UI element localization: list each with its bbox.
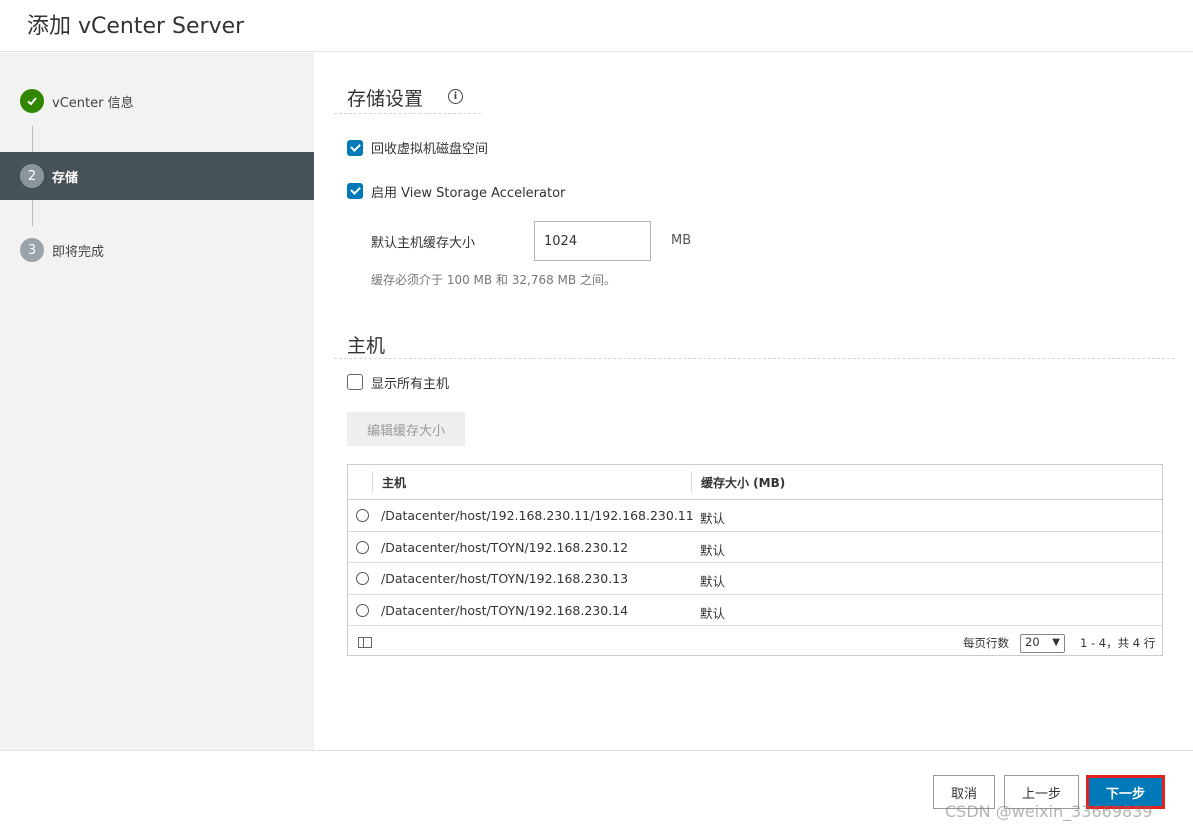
table-row[interactable]: /Datacenter/host/TOYN/192.168.230.14 默认 xyxy=(348,595,1162,626)
storage-settings-title: 存储设置 xyxy=(347,88,424,110)
check-icon xyxy=(20,89,44,113)
column-header-cache-size[interactable]: 缓存大小 (MB) xyxy=(701,474,785,491)
table-row[interactable]: /Datacenter/host/192.168.230.11/192.168.… xyxy=(348,500,1162,532)
wizard-steps-sidebar: vCenter 信息 2 存储 3 即将完成 xyxy=(0,53,314,750)
show-all-hosts-label: 显示所有主机 xyxy=(371,377,450,392)
wizard-header: 添加 vCenter Server xyxy=(0,0,1193,52)
host-cache-size: 默认 xyxy=(700,542,726,558)
step-label: 即将完成 xyxy=(52,244,105,260)
hosts-datagrid: 主机 缓存大小 (MB) /Datacenter/host/192.168.23… xyxy=(347,464,1163,656)
watermark: CSDN @weixin_33669839 xyxy=(945,802,1153,821)
page-size-select[interactable]: 20 ▼ xyxy=(1020,634,1065,653)
host-cache-size: 默认 xyxy=(700,511,726,526)
table-row[interactable]: /Datacenter/host/TOYN/192.168.230.13 默认 xyxy=(348,563,1162,595)
hosts-title: 主机 xyxy=(347,335,386,357)
host-path: /Datacenter/host/TOYN/192.168.230.13 xyxy=(381,571,629,586)
pagination-description: 1 - 4，共 4 行 xyxy=(1080,636,1156,650)
step-vcenter-info[interactable]: vCenter 信息 xyxy=(0,77,314,125)
host-path: /Datacenter/host/192.168.230.11/192.168.… xyxy=(381,508,694,523)
host-cache-size: 默认 xyxy=(700,605,726,621)
row-select-radio[interactable] xyxy=(356,509,369,522)
column-separator[interactable] xyxy=(691,471,692,493)
row-select-radio[interactable] xyxy=(356,572,369,585)
table-row[interactable]: /Datacenter/host/TOYN/192.168.230.12 默认 xyxy=(348,532,1162,563)
column-toggle-icon[interactable] xyxy=(358,637,372,648)
host-cache-size: 默认 xyxy=(700,574,726,589)
step-connector xyxy=(32,126,33,152)
cache-unit: MB xyxy=(671,233,692,248)
show-all-hosts-checkbox[interactable] xyxy=(347,374,363,390)
row-select-radio[interactable] xyxy=(356,540,369,554)
wizard-title: 添加 vCenter Server xyxy=(27,14,245,39)
cache-range-hint: 缓存必须介于 100 MB 和 32,768 MB 之间。 xyxy=(371,273,616,287)
step-connector xyxy=(32,200,33,226)
info-icon[interactable]: i xyxy=(448,89,463,104)
reclaim-disk-space-checkbox[interactable] xyxy=(347,140,363,156)
enable-vsa-label: 启用 View Storage Accelerator xyxy=(371,186,566,201)
step-number: 2 xyxy=(20,164,44,188)
step-storage[interactable]: 2 存储 xyxy=(0,152,314,200)
default-cache-size-input[interactable] xyxy=(534,221,651,261)
step-label: 存储 xyxy=(52,170,79,186)
edit-cache-size-button[interactable]: 编辑缓存大小 xyxy=(347,412,465,446)
page-size-label: 每页行数 xyxy=(963,636,1009,650)
storage-settings-panel: 存储设置 i 回收虚拟机磁盘空间 启用 View Storage Acceler… xyxy=(314,53,1193,750)
step-number: 3 xyxy=(20,238,44,262)
host-path: /Datacenter/host/TOYN/192.168.230.14 xyxy=(381,602,629,618)
default-cache-size-label: 默认主机缓存大小 xyxy=(371,236,476,251)
column-header-host[interactable]: 主机 xyxy=(382,474,406,491)
host-path: /Datacenter/host/TOYN/192.168.230.12 xyxy=(381,539,629,555)
footer-divider xyxy=(0,750,1193,751)
datagrid-footer: 每页行数 20 ▼ 1 - 4，共 4 行 xyxy=(348,629,1162,655)
enable-vsa-checkbox[interactable] xyxy=(347,183,363,199)
chevron-down-icon: ▼ xyxy=(1052,637,1060,648)
step-label: vCenter 信息 xyxy=(52,95,134,111)
page-size-value: 20 xyxy=(1025,635,1040,649)
column-separator xyxy=(372,471,373,493)
datagrid-header: 主机 缓存大小 (MB) xyxy=(348,465,1162,500)
row-select-radio[interactable] xyxy=(356,603,369,617)
hosts-title-underline xyxy=(334,358,1175,359)
step-ready-to-complete[interactable]: 3 即将完成 xyxy=(0,226,314,274)
title-underline xyxy=(334,113,481,114)
reclaim-disk-space-label: 回收虚拟机磁盘空间 xyxy=(371,142,489,157)
